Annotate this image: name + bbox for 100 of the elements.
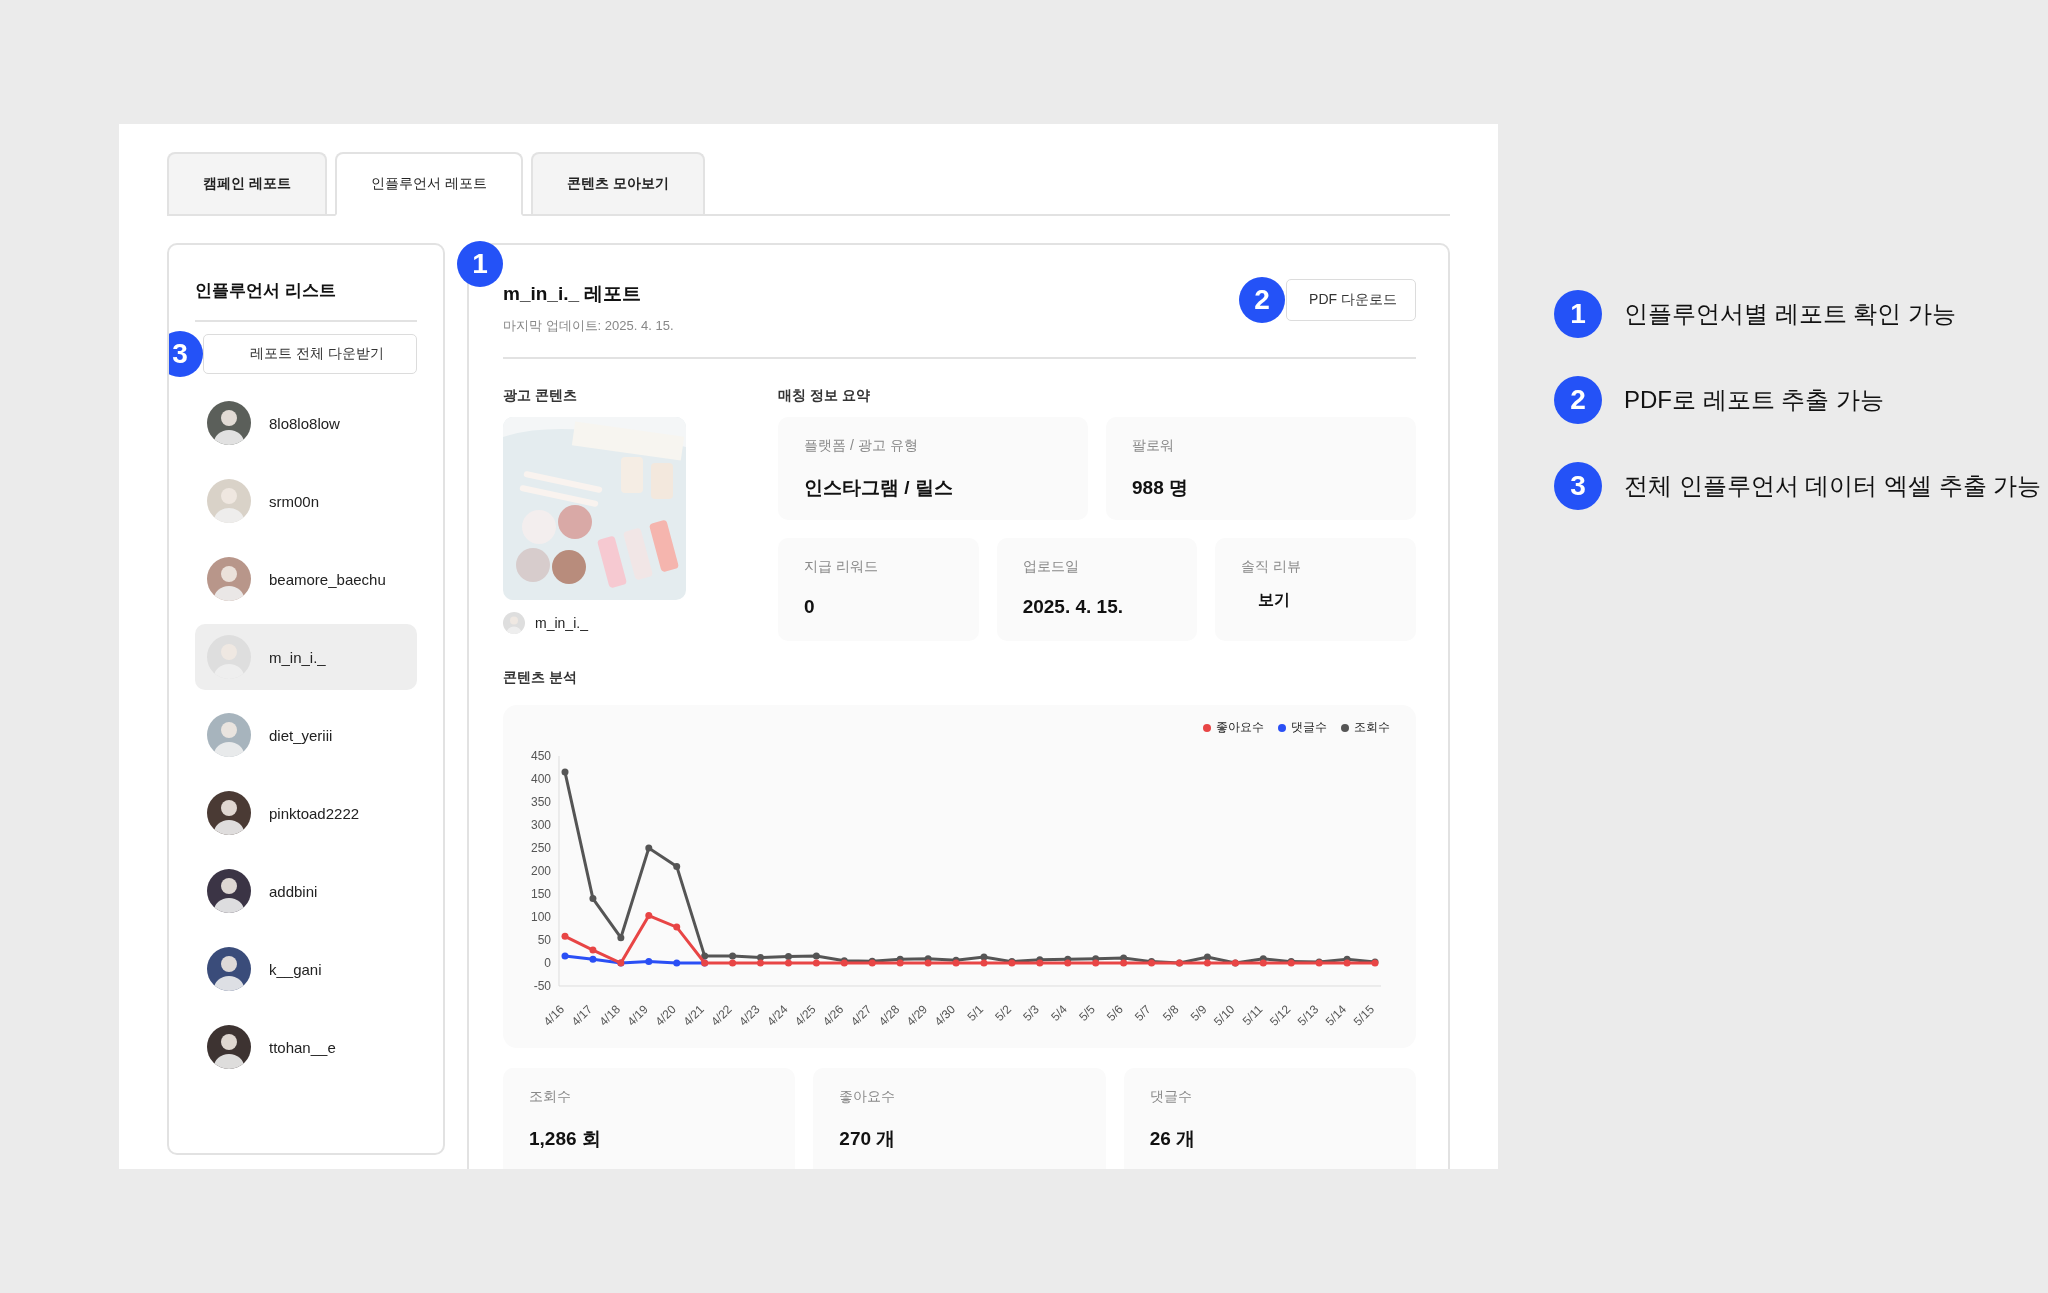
card-label: 솔직 리뷰 <box>1241 558 1303 576</box>
x-tick-label: 4/21 <box>680 1001 707 1029</box>
tab[interactable]: 캠페인 레포트 <box>167 152 327 214</box>
author-name: m_in_i._ <box>535 615 588 631</box>
x-tick-label: 4/28 <box>875 1001 903 1029</box>
point <box>757 959 765 967</box>
x-tick-label: 5/7 <box>1131 1002 1154 1024</box>
y-tick-label: -50 <box>533 979 552 993</box>
point <box>980 953 988 961</box>
tab[interactable]: 인플루언서 레포트 <box>334 152 523 216</box>
point <box>673 959 681 967</box>
number-badge: 1 <box>457 241 503 287</box>
download-all-button[interactable]: 레포트 전체 다운받기 <box>203 334 417 374</box>
x-tick-label: 4/17 <box>568 1001 596 1029</box>
avatar <box>207 557 251 601</box>
list-title: 인플루언서 리스트 <box>195 279 417 322</box>
point <box>561 768 569 776</box>
influencer-name: pinktoad2222 <box>269 804 360 822</box>
x-tick-label: 5/2 <box>992 1002 1015 1024</box>
point <box>701 952 709 960</box>
x-tick-label: 4/29 <box>903 1001 931 1029</box>
review-link[interactable]: 보기 <box>1258 590 1291 611</box>
point <box>1259 959 1267 967</box>
point <box>589 895 597 903</box>
card-label: 댓글수 <box>1149 1088 1193 1106</box>
y-tick-label: 50 <box>537 933 552 947</box>
point <box>589 955 597 963</box>
point <box>896 959 904 967</box>
legend-item: 좋아요수 <box>1203 719 1264 736</box>
point <box>617 934 625 942</box>
y-tick-label: 0 <box>544 956 552 970</box>
report-title: m_in_i._ 레포트 <box>503 282 643 306</box>
number-badge: 3 <box>169 331 203 377</box>
card-value: 2025. 4. 15. <box>1022 596 1125 618</box>
x-tick-label: 5/6 <box>1104 1002 1126 1024</box>
avatar <box>207 713 251 757</box>
point <box>1203 953 1211 961</box>
card-label: 플랫폼 / 광고 유형 <box>804 437 919 455</box>
avatar <box>207 869 251 913</box>
x-tick-label: 4/18 <box>596 1001 624 1029</box>
y-tick-label: 400 <box>530 772 552 786</box>
point <box>1120 959 1128 967</box>
x-tick-label: 4/24 <box>764 1001 791 1029</box>
x-tick-label: 4/20 <box>652 1001 680 1029</box>
influencer-name: k__gani <box>269 960 322 978</box>
card-label: 좋아요수 <box>839 1088 897 1106</box>
x-tick-label: 4/26 <box>820 1001 847 1029</box>
last-updated: 마지막 업데이트: 2025. 4. 15. <box>503 317 674 335</box>
x-tick-label: 4/23 <box>736 1001 763 1029</box>
x-tick-label: 4/30 <box>931 1001 959 1029</box>
point <box>1343 959 1351 967</box>
influencer-item[interactable]: m_in_i._ <box>195 624 417 690</box>
legend-item: 조회수 <box>1341 719 1390 736</box>
card-value: 270 개 <box>839 1127 897 1151</box>
number-badge: 2 <box>1554 376 1602 424</box>
callout-text: 인플루언서별 레포트 확인 가능 <box>1624 299 1956 329</box>
y-tick-label: 250 <box>530 841 552 855</box>
section-heading: 광고 콘텐츠 <box>503 387 578 405</box>
avatar <box>207 791 251 835</box>
x-tick-label: 4/22 <box>708 1001 735 1029</box>
card-value: 26 개 <box>1149 1127 1197 1151</box>
point <box>729 952 737 960</box>
point <box>561 932 569 940</box>
avatar <box>207 1025 251 1069</box>
avatar <box>207 947 251 991</box>
y-tick-label: 450 <box>530 749 552 763</box>
point <box>784 953 792 961</box>
avatar <box>207 479 251 523</box>
x-tick-label: 4/25 <box>792 1001 819 1029</box>
y-axis: -50 0 50 100 150 200 250 300 350 400 450 <box>530 749 560 993</box>
point <box>645 912 653 920</box>
influencer-name: m_in_i._ <box>269 648 326 666</box>
point <box>1092 959 1100 967</box>
y-tick-label: 100 <box>530 910 552 924</box>
point <box>924 959 932 967</box>
point <box>645 958 653 966</box>
tab[interactable]: 콘텐츠 모아보기 <box>530 152 705 214</box>
section-heading: 콘텐츠 분석 <box>503 669 578 687</box>
callout-text: PDF로 레포트 추출 가능 <box>1624 385 1884 415</box>
legend-item: 댓글수 <box>1278 719 1327 736</box>
point <box>673 923 681 931</box>
point <box>812 959 820 967</box>
influencer-name: srm00n <box>269 492 320 510</box>
point <box>1064 959 1072 967</box>
point <box>645 844 653 852</box>
point <box>729 959 737 967</box>
card-label: 업로드일 <box>1022 558 1080 576</box>
point <box>589 946 597 954</box>
influencer-name: 8lo8lo8low <box>269 414 340 432</box>
x-tick-label: 4/16 <box>540 1001 568 1029</box>
point <box>673 862 681 870</box>
x-tick-label: 5/11 <box>1239 1001 1266 1029</box>
callout-text: 전체 인플루언서 데이터 엑셀 추출 가능 <box>1624 471 2042 501</box>
pdf-download-button[interactable]: PDF 다운로드 <box>1286 279 1416 321</box>
card-value: 0 <box>804 596 816 618</box>
x-tick-label: 5/5 <box>1076 1002 1099 1024</box>
card-label: 지급 리워드 <box>804 558 879 576</box>
card-value: 988 명 <box>1132 476 1189 500</box>
point <box>757 953 765 961</box>
avatar <box>207 401 251 445</box>
